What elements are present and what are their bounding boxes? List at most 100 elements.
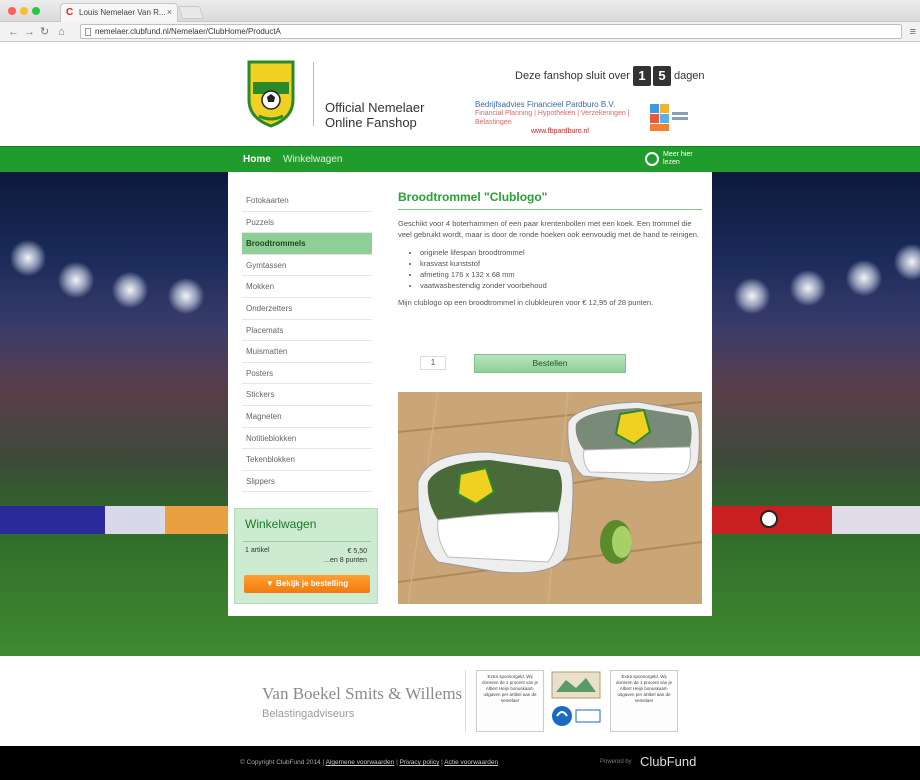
clubfund-logo[interactable]: ClubFund [640, 754, 696, 769]
product-title: Broodtrommel "Clublogo" [398, 190, 702, 210]
sidebar-category-item[interactable]: Muismatten [242, 341, 372, 363]
read-more-line1: Meer hier [663, 151, 693, 158]
main-content: Fotokaarten Puzzels Broodtrommels Gymtassen… [228, 172, 712, 616]
floodlight [734, 278, 770, 314]
product-price-line: Mijn clublogo op een broodtrommel in clu… [398, 298, 654, 307]
logo-divider [313, 62, 314, 126]
floodlight [790, 270, 826, 306]
floodlight [10, 240, 46, 276]
sponsor-name: Bedrijfsadvies Financieel Pardburo B.V. [475, 100, 616, 109]
copyright-line: © Copyright ClubFund 2014 | Algemene voo… [240, 759, 499, 766]
ad-board [832, 506, 920, 534]
sidebar-category-item[interactable]: Posters [242, 363, 372, 385]
product-description: Geschikt voor 4 boterhammen of een paar … [398, 219, 700, 239]
cart-item-count: 1 artikel [245, 547, 270, 554]
privacy-link[interactable]: Privacy policy [400, 759, 440, 766]
info-circle-icon [645, 152, 659, 166]
sponsor-note-left[interactable]: Extra sponsorgeld. Wij doneren de 1 proc… [476, 670, 544, 732]
product-feature-item: krasvast kunststof [420, 258, 702, 269]
sidebar-category-item[interactable]: Tekenblokken [242, 449, 372, 471]
floodlight [846, 260, 882, 296]
shop-title-line1: Official Nemelaer [325, 100, 425, 115]
nav-cart[interactable]: Winkelwagen [283, 154, 342, 165]
product-feature-item: vaatwasbestendig zonder voorbehoud [420, 280, 702, 291]
address-bar[interactable]: nemelaer.clubfund.nl/Nemelaer/ClubHome/P… [80, 24, 902, 39]
product-detail: Broodtrommel "Clublogo" Geschikt voor 4 … [398, 190, 702, 604]
main-nav: Home Winkelwagen Meer hier lezen [0, 146, 920, 172]
nav-read-more[interactable]: Meer hier lezen [645, 151, 693, 167]
back-arrow-icon[interactable]: ← [8, 25, 19, 39]
product-features: originele lifespan broodtrommelkrasvast … [420, 247, 702, 291]
page-icon [85, 28, 91, 36]
forward-arrow-icon[interactable]: → [24, 25, 35, 39]
sponsor-banner[interactable]: Bedrijfsadvies Financieel Pardburo B.V. … [475, 100, 645, 136]
shop-title: Official Nemelaer Online Fanshop [325, 100, 424, 130]
site-footer: © Copyright ClubFund 2014 | Algemene voo… [0, 746, 920, 780]
tab-title: Louis Nemelaer Van R... [79, 8, 166, 17]
sidebar-category-item[interactable]: Onderzetters [242, 298, 372, 320]
shop-countdown: Deze fanshop sluit over 1 5 dagen [515, 66, 705, 86]
countdown-digit: 5 [652, 66, 671, 86]
order-button[interactable]: Bestellen [474, 354, 626, 373]
sidebar-category-item[interactable]: Stickers [242, 384, 372, 406]
club-crest-logo[interactable] [247, 60, 295, 128]
sidebar-category-item[interactable]: Broodtrommels [242, 233, 372, 255]
sponsor-vbsw-name[interactable]: Van Boekel Smits & Willems [262, 684, 462, 704]
read-more-line2: lezen [663, 159, 680, 166]
quantity-input[interactable]: 1 [420, 356, 446, 370]
countdown-digit: 1 [632, 66, 651, 86]
sidebar-category-item[interactable]: Magneten [242, 406, 372, 428]
site-header: Official Nemelaer Online Fanshop Deze fa… [0, 42, 920, 146]
sponsor-subtitle: Financial Planning | Hypotheken | Verzek… [475, 110, 630, 126]
cart-points: ...en 8 punten [324, 557, 367, 564]
supermarket-logos[interactable] [548, 670, 604, 732]
reload-icon[interactable]: ↻ [40, 25, 49, 39]
floodlight [168, 278, 204, 314]
browser-tab[interactable]: C Louis Nemelaer Van R... × [60, 3, 178, 22]
terms-link[interactable]: Algemene voorwaarden [326, 759, 395, 766]
ad-board [105, 506, 165, 534]
browser-toolbar: ← → ↻ ⌂ nemelaer.clubfund.nl/Nemelaer/Cl… [0, 22, 920, 42]
sidebar-category-item[interactable]: Slippers [242, 471, 372, 493]
sponsor-note-right[interactable]: Extra sponsorgeld. Wij doneren de 1 proc… [610, 670, 678, 732]
countdown-post: dagen [673, 70, 705, 82]
favicon-icon: C [66, 7, 74, 18]
floodlight [894, 244, 920, 280]
sidebar-category-item[interactable]: Placemats [242, 320, 372, 342]
sponsor-logo-icon[interactable] [650, 104, 690, 132]
cart-divider [243, 541, 371, 542]
close-window-icon[interactable] [8, 7, 16, 15]
new-tab-button[interactable] [177, 6, 205, 19]
copyright-text: © Copyright ClubFund 2014 | [240, 759, 325, 766]
cart-title: Winkelwagen [245, 517, 317, 531]
sidebar-category-item[interactable]: Notitieblokken [242, 428, 372, 450]
browser-tab-bar: C Louis Nemelaer Van R... × [0, 0, 920, 22]
cart-price-value: € 5,50 [347, 548, 367, 555]
nav-home[interactable]: Home [243, 154, 271, 165]
sidebar-category-item[interactable]: Mokken [242, 276, 372, 298]
product-photo [398, 392, 702, 604]
tab-close-icon[interactable]: × [167, 7, 172, 17]
powered-by: Powered by [600, 759, 632, 765]
sponsor-vbsw-subtitle: Belastingadviseurs [262, 708, 355, 720]
floodlight [58, 262, 94, 298]
cart-widget: Winkelwagen 1 artikel € 5,50 ...en 8 pun… [234, 508, 378, 604]
home-icon[interactable]: ⌂ [58, 25, 65, 39]
browser-menu-icon[interactable]: ≡ [910, 25, 916, 39]
action-terms-link[interactable]: Actie voorwaarden [444, 759, 498, 766]
category-sidebar: Fotokaarten Puzzels Broodtrommels Gymtassen… [242, 190, 372, 493]
product-feature-item: originele lifespan broodtrommel [420, 247, 702, 258]
sidebar-category-item[interactable]: Fotokaarten [242, 190, 372, 212]
footer-divider [465, 670, 466, 732]
sidebar-category-item[interactable]: Gymtassen [242, 255, 372, 277]
sponsor-footer: Van Boekel Smits & Willems Belastingadvi… [0, 656, 920, 746]
cart-price: € 5,50 ...en 8 punten [324, 547, 367, 565]
maximize-window-icon[interactable] [32, 7, 40, 15]
sidebar-category-item[interactable]: Puzzels [242, 212, 372, 234]
shop-title-line2: Online Fanshop [325, 115, 417, 130]
view-order-button[interactable]: ▼ Bekijk je bestelling [244, 575, 370, 593]
ad-board [165, 506, 228, 534]
ad-board [0, 506, 105, 534]
product-feature-item: afmeting 176 x 132 x 68 mm [420, 269, 702, 280]
minimize-window-icon[interactable] [20, 7, 28, 15]
